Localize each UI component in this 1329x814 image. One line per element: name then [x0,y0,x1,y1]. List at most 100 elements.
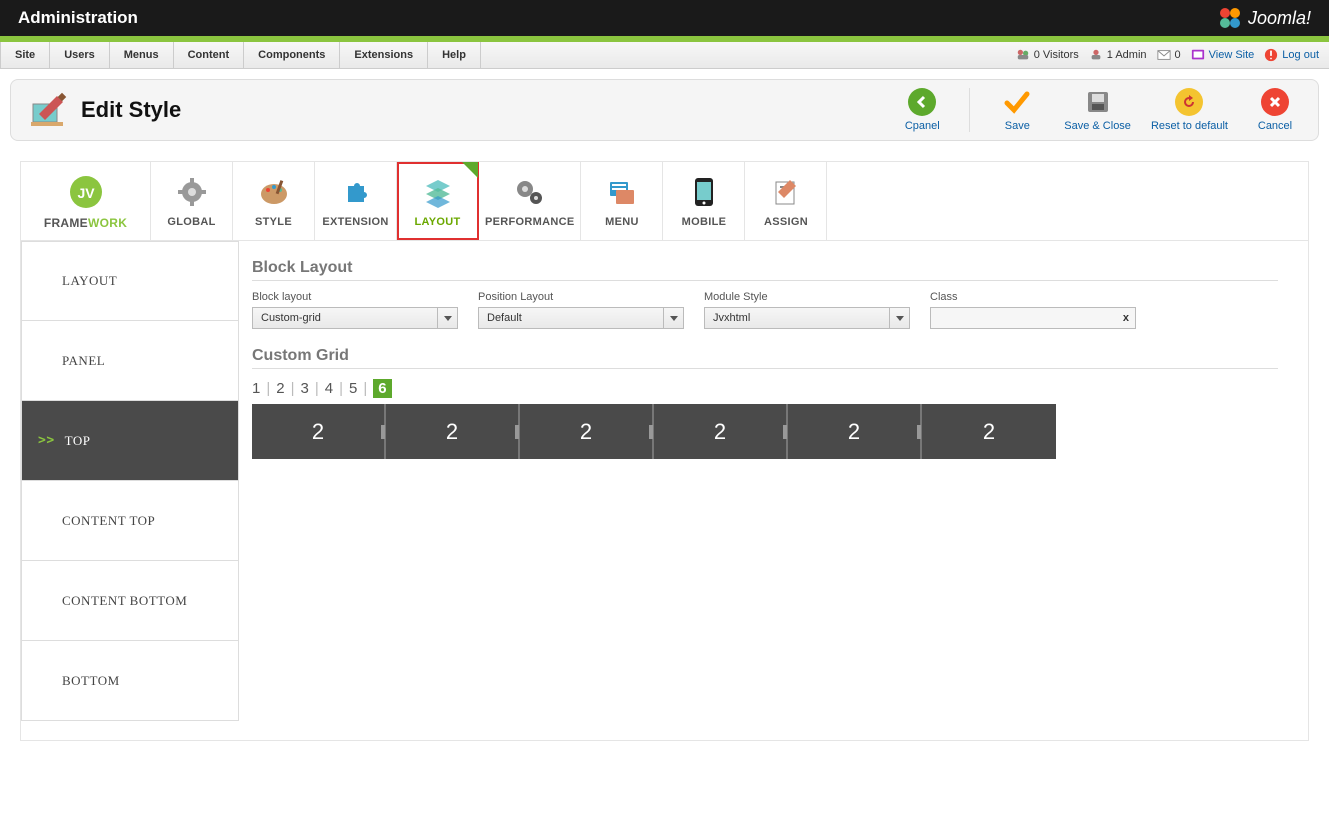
sidebar-item-content-top[interactable]: CONTENT TOP [21,481,239,561]
chevron-down-icon [889,308,909,328]
sidebar-item-label: BOTTOM [62,673,120,689]
content: Block Layout Block layout Custom-grid Po… [240,241,1308,740]
section-rule [252,280,1278,281]
tab-style[interactable]: STYLE [233,162,315,240]
menu-content[interactable]: Content [174,42,245,68]
sidebar-item-content-bottom[interactable]: CONTENT BOTTOM [21,561,239,641]
status-admin: 1 Admin [1089,48,1147,62]
messages-count: 0 [1175,49,1181,61]
clear-icon[interactable]: x [1123,312,1129,324]
framework-label-a: FRAME [44,216,88,230]
menu-extensions[interactable]: Extensions [340,42,428,68]
view-site-link[interactable]: View Site [1209,49,1255,61]
back-arrow-icon [914,94,930,110]
menu-components[interactable]: Components [244,42,340,68]
sidebar: LAYOUT PANEL >>TOP CONTENT TOP CONTENT B… [21,241,240,740]
admin-count: 1 Admin [1107,49,1147,61]
tab-mobile[interactable]: MOBILE [663,162,745,240]
logout-icon [1264,48,1278,62]
module-style-label: Module Style [704,291,910,303]
refresh-icon [1181,94,1197,110]
edit-style-icon [27,90,67,130]
view-site-icon [1191,48,1205,62]
cancel-button[interactable]: Cancel [1248,88,1302,132]
body: LAYOUT PANEL >>TOP CONTENT TOP CONTENT B… [20,241,1309,741]
style-label: STYLE [239,216,308,228]
class-input[interactable]: x [930,307,1136,329]
tab-framework[interactable]: JV FRAMEWORK [21,162,151,240]
save-label: Save [1005,120,1030,132]
reset-button[interactable]: Reset to default [1151,88,1228,132]
sidebar-item-panel[interactable]: PANEL [21,321,239,401]
page-header-panel: Edit Style Cpanel Save Save & Close Rese… [10,79,1319,141]
tab-layout[interactable]: LAYOUT [397,162,479,240]
block-layout-title: Block Layout [252,259,1278,277]
check-icon [1003,88,1031,116]
grid-cell[interactable]: 2 [654,404,788,459]
grid-cell[interactable]: 2 [386,404,520,459]
extension-label: EXTENSION [321,216,390,228]
count-5[interactable]: 5 [349,380,357,397]
mail-icon [1157,48,1171,62]
reset-label: Reset to default [1151,120,1228,132]
status-visitors: 0 Visitors [1016,48,1079,62]
grid-cell[interactable]: 2 [922,404,1056,459]
grid-cell[interactable]: 2 [788,404,922,459]
status-view-site[interactable]: View Site [1191,48,1255,62]
count-6[interactable]: 6 [373,379,391,398]
admin-header: Administration Joomla! [0,0,1329,36]
menu-help[interactable]: Help [428,42,481,68]
sidebar-item-label: PANEL [62,353,105,369]
tab-performance[interactable]: PERFORMANCE [479,162,581,240]
tab-menu[interactable]: MENU [581,162,663,240]
global-label: GLOBAL [157,216,226,228]
save-close-button[interactable]: Save & Close [1064,88,1131,132]
brand-text: Joomla! [1248,8,1311,29]
palette-icon [258,176,290,208]
position-layout-label: Position Layout [478,291,684,303]
sidebar-item-label: LAYOUT [62,273,117,289]
grid-cell[interactable]: 2 [252,404,386,459]
block-layout-select[interactable]: Custom-grid [252,307,458,329]
assign-label: ASSIGN [751,216,820,228]
menu-users[interactable]: Users [50,42,110,68]
menu-menus[interactable]: Menus [110,42,174,68]
class-group: Class x [930,291,1136,329]
sidebar-item-top[interactable]: >>TOP [21,401,239,481]
cpanel-button[interactable]: Cpanel [895,88,949,132]
save-close-label: Save & Close [1064,120,1131,132]
class-label: Class [930,291,1136,303]
count-3[interactable]: 3 [301,380,309,397]
count-4[interactable]: 4 [325,380,333,397]
count-1[interactable]: 1 [252,380,260,397]
sidebar-item-label: CONTENT TOP [62,513,155,529]
menubar: Site Users Menus Content Components Exte… [0,42,1329,69]
status-logout[interactable]: Log out [1264,48,1319,62]
menu-icon [606,176,638,208]
position-layout-select[interactable]: Default [478,307,684,329]
save-button[interactable]: Save [990,88,1044,132]
module-style-select[interactable]: Jvxhtml [704,307,910,329]
cancel-label: Cancel [1258,120,1292,132]
tab-assign[interactable]: ASSIGN [745,162,827,240]
tab-global[interactable]: GLOBAL [151,162,233,240]
logout-link[interactable]: Log out [1282,49,1319,61]
form-row: Block layout Custom-grid Position Layout… [252,291,1278,329]
grid-cell[interactable]: 2 [520,404,654,459]
jv-icon: JV [68,174,104,210]
block-layout-value: Custom-grid [261,312,321,324]
count-2[interactable]: 2 [276,380,284,397]
layers-icon [422,176,454,208]
menu-label: MENU [587,216,656,228]
layout-label: LAYOUT [403,216,472,228]
menu-site[interactable]: Site [0,42,50,68]
block-layout-group: Block layout Custom-grid [252,291,458,329]
custom-grid-title: Custom Grid [252,347,1278,365]
users-icon [1016,48,1030,62]
sidebar-item-bottom[interactable]: BOTTOM [21,641,239,721]
joomla-logo: Joomla! [1218,6,1311,30]
status-messages[interactable]: 0 [1157,48,1181,62]
cpanel-label: Cpanel [905,120,940,132]
sidebar-item-layout[interactable]: LAYOUT [21,241,239,321]
tab-extension[interactable]: EXTENSION [315,162,397,240]
